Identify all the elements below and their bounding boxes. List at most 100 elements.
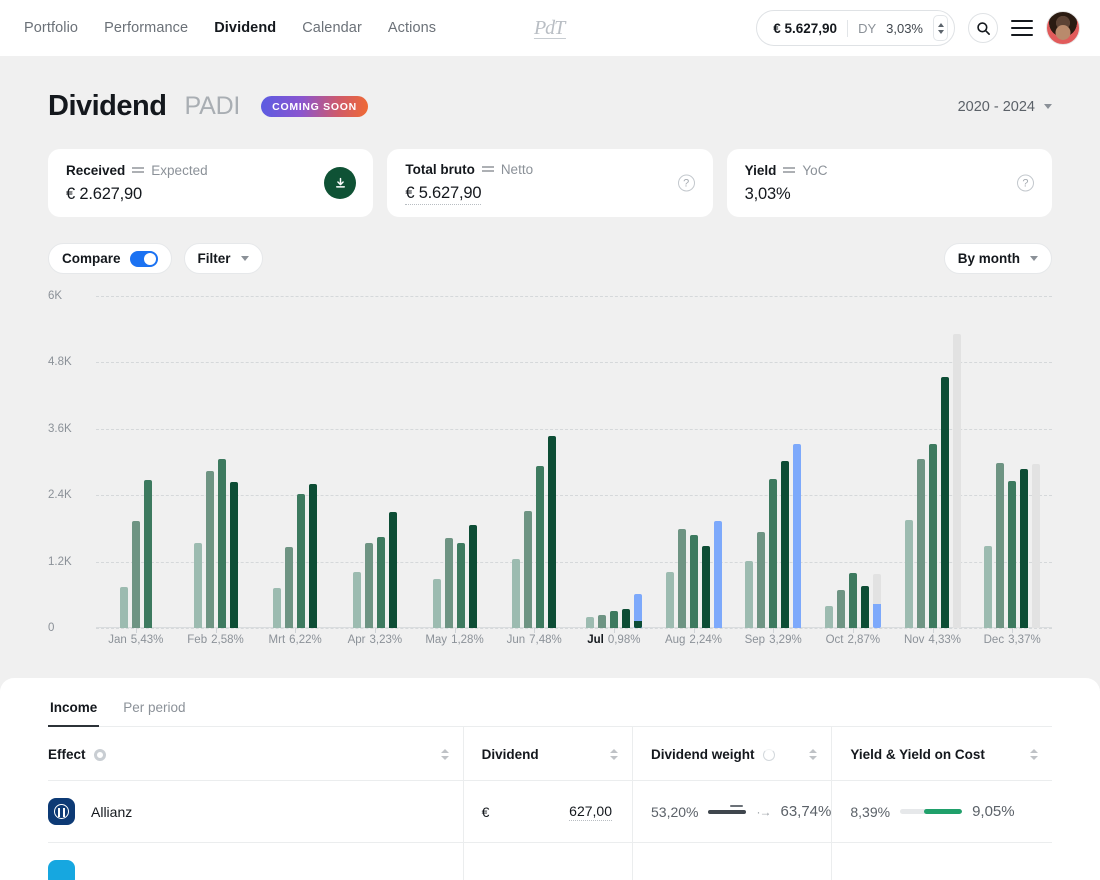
x-axis-label[interactable]: Apr 3,23% <box>348 634 403 646</box>
gear-icon[interactable] <box>93 748 106 761</box>
search-button[interactable] <box>968 13 998 43</box>
compare-toggle[interactable]: Compare <box>48 243 172 274</box>
x-axis-label[interactable]: Feb 2,58% <box>187 634 243 646</box>
chart-bar[interactable] <box>536 465 545 628</box>
x-axis-label[interactable]: Sep 3,29% <box>745 634 802 646</box>
chart-bar[interactable] <box>940 376 949 628</box>
x-axis-label[interactable]: May 1,28% <box>425 634 483 646</box>
chart-bar-group[interactable] <box>893 334 973 628</box>
chart-bar[interactable] <box>689 534 698 628</box>
x-axis-label[interactable]: Aug 2,24% <box>665 634 722 646</box>
chart-bar-group[interactable] <box>494 436 574 628</box>
filter-button[interactable]: Filter <box>183 243 263 274</box>
chart-bar-group[interactable] <box>335 511 415 628</box>
nav-item-portfolio[interactable]: Portfolio <box>24 20 78 36</box>
x-axis-label[interactable]: Nov 4,33% <box>904 634 961 646</box>
group-by-select[interactable]: By month <box>943 243 1052 274</box>
card-total-bruto-secondary[interactable]: Netto <box>501 162 533 177</box>
chart-bar-group[interactable] <box>574 593 654 628</box>
ticker-stepper[interactable] <box>933 15 948 41</box>
table-row[interactable]: Allianz € 627,00 53,20% ·→ 63,74% 8,39% … <box>48 780 1052 843</box>
chart-bar[interactable] <box>131 521 140 628</box>
sort-toggle-dividend[interactable] <box>610 749 618 760</box>
chart-bar-group[interactable] <box>415 524 495 628</box>
card-yield-secondary[interactable]: YoC <box>802 163 827 178</box>
chart-bar[interactable] <box>548 436 557 628</box>
chart-bar[interactable] <box>665 572 674 628</box>
chart-bar[interactable] <box>824 606 833 628</box>
chart-bar[interactable] <box>352 572 361 628</box>
chart-bar[interactable] <box>229 482 238 628</box>
portfolio-value-ticker[interactable]: € 5.627,90 DY 3,03% <box>756 10 955 46</box>
chart-bar[interactable] <box>781 460 790 628</box>
chart-bar[interactable] <box>217 459 226 628</box>
help-icon[interactable]: ? <box>677 174 695 192</box>
tab-income[interactable]: Income <box>48 678 100 727</box>
x-axis-label[interactable]: Jan 5,43% <box>108 634 163 646</box>
chart-bar[interactable] <box>1032 464 1041 628</box>
nav-item-actions[interactable]: Actions <box>388 20 436 36</box>
chart-bar-group[interactable] <box>972 463 1052 628</box>
chart-bar[interactable] <box>444 538 453 628</box>
sort-toggle-yield[interactable] <box>1030 749 1038 760</box>
swap-icon[interactable] <box>783 165 796 175</box>
card-received-secondary[interactable]: Expected <box>151 163 207 178</box>
chart-bar-group[interactable] <box>654 521 734 628</box>
x-axis-label[interactable]: Mrt 6,22% <box>269 634 322 646</box>
chart-bar[interactable] <box>836 589 845 628</box>
avatar[interactable] <box>1046 11 1080 45</box>
chart-bar[interactable] <box>376 537 385 628</box>
swap-icon[interactable] <box>132 165 145 175</box>
chart-bar[interactable] <box>597 614 606 628</box>
chart-bar-group[interactable] <box>813 573 893 628</box>
chart-bar[interactable] <box>1020 468 1029 628</box>
x-axis-label[interactable]: Jul 0,98% <box>587 634 640 646</box>
chart-bar[interactable] <box>468 524 477 628</box>
nav-item-dividend[interactable]: Dividend <box>214 20 276 36</box>
chart-bar[interactable] <box>848 573 857 628</box>
x-axis-label[interactable]: Dec 3,37% <box>984 634 1041 646</box>
sort-toggle-effect[interactable] <box>440 749 449 760</box>
chart-bar[interactable] <box>1008 480 1017 628</box>
chart-bar[interactable] <box>713 521 722 628</box>
chart-bar[interactable] <box>677 528 686 628</box>
chart-bar[interactable] <box>984 546 993 628</box>
chart-bar[interactable] <box>701 546 710 628</box>
x-axis-label[interactable]: Jun 7,48% <box>507 634 562 646</box>
chart-bar[interactable] <box>273 587 282 628</box>
chart-bar[interactable] <box>143 479 152 628</box>
chart-bar[interactable] <box>996 463 1005 628</box>
chart-bar[interactable] <box>769 478 778 628</box>
help-icon[interactable]: ? <box>1016 174 1034 192</box>
sort-toggle-weight[interactable] <box>809 749 818 760</box>
chart-bar[interactable] <box>297 493 306 628</box>
chart-bar[interactable] <box>633 593 642 628</box>
chart-bar[interactable] <box>872 574 881 628</box>
chart-bar[interactable] <box>119 587 128 628</box>
chart-bar[interactable] <box>745 561 754 628</box>
chart-bar[interactable] <box>456 542 465 628</box>
refresh-icon[interactable] <box>762 748 775 761</box>
chart-bar[interactable] <box>609 611 618 628</box>
chart-bar[interactable] <box>193 543 202 628</box>
chart-bar[interactable] <box>916 459 925 628</box>
x-axis-label[interactable]: Oct 2,87% <box>826 634 881 646</box>
chart-bar-group[interactable] <box>255 484 335 628</box>
nav-item-calendar[interactable]: Calendar <box>302 20 362 36</box>
chart-bar[interactable] <box>524 510 533 628</box>
chart-bar[interactable] <box>512 559 521 628</box>
chart-bar[interactable] <box>860 585 869 628</box>
chart-bar-group[interactable] <box>96 479 176 628</box>
chart-bar[interactable] <box>585 616 594 628</box>
chart-bar[interactable] <box>432 578 441 628</box>
compare-switch[interactable] <box>129 250 158 267</box>
chart-bar[interactable] <box>364 543 373 628</box>
chart-bar-group[interactable] <box>176 459 256 628</box>
chart-bar[interactable] <box>309 484 318 628</box>
nav-item-performance[interactable]: Performance <box>104 20 188 36</box>
chart-bar[interactable] <box>285 546 294 628</box>
chart-bar[interactable] <box>793 443 802 628</box>
chart-bar[interactable] <box>904 519 913 628</box>
tab-per-period[interactable]: Per period <box>121 678 187 726</box>
chart-bar[interactable] <box>928 443 937 628</box>
